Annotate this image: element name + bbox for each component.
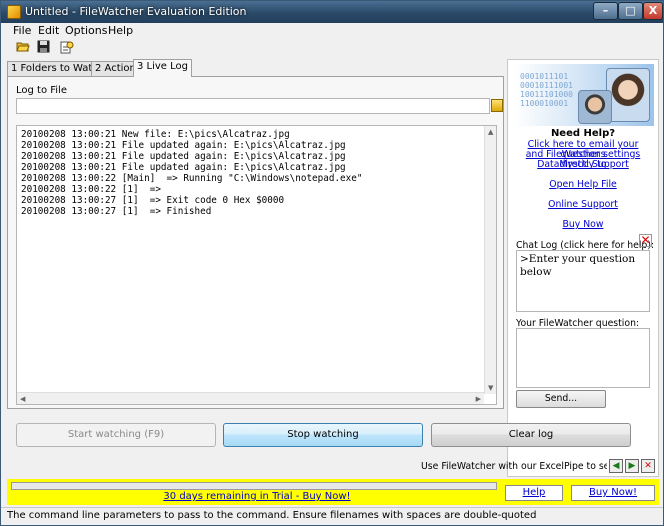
menu-help[interactable]: Help (108, 24, 133, 37)
log-horizontal-scrollbar[interactable]: ◀ ▶ (17, 392, 484, 404)
help-panel: 0001011101 00010111001 10011101000 11000… (507, 59, 659, 477)
menu-options[interactable]: Options (65, 24, 107, 37)
title-bar[interactable]: Untitled - FileWatcher Evaluation Editio… (1, 1, 663, 23)
log-line: 20100208 13:00:22 [Main] => Running "C:\… (21, 173, 363, 184)
send-button[interactable]: Send... (516, 390, 606, 408)
support-man-photo (578, 90, 612, 124)
status-bar: The command line parameters to pass to t… (1, 507, 663, 525)
buy-now-button[interactable]: Buy Now! (571, 485, 655, 501)
buy-now-link[interactable]: Buy Now (508, 220, 658, 230)
tab-live-log[interactable]: 3 Live Log (133, 59, 193, 77)
open-folder-icon[interactable] (15, 40, 31, 55)
trial-progress-bar (11, 482, 497, 490)
log-line: 20100208 13:00:21 File updated again: E:… (21, 140, 346, 151)
clear-log-button[interactable]: Clear log (431, 423, 631, 447)
log-line: 20100208 13:00:21 New file: E:\pics\Alca… (21, 129, 290, 140)
log-file-input[interactable] (16, 98, 490, 114)
scroll-left-icon[interactable]: ◀ (20, 395, 25, 403)
trial-bar: 30 days remaining in Trial - Buy Now! He… (7, 479, 659, 505)
window-title: Untitled - FileWatcher Evaluation Editio… (25, 5, 247, 18)
scroll-down-icon[interactable]: ▼ (488, 384, 493, 392)
previous-icon[interactable]: ◀ (609, 459, 623, 473)
need-help-heading: Need Help? (550, 128, 616, 139)
start-watching-button[interactable]: Start watching (F9) (16, 423, 216, 447)
toolbar (1, 39, 663, 57)
log-line: 20100208 13:00:21 File updated again: E:… (21, 162, 346, 173)
browse-folder-icon[interactable] (491, 99, 503, 112)
live-log-output[interactable]: 20100208 13:00:21 New file: E:\pics\Alca… (16, 125, 497, 405)
email-support-link[interactable]: DataMystic Support (508, 160, 658, 170)
log-line: 20100208 13:00:27 [1] => Exit code 0 Hex… (21, 195, 285, 206)
support-team-image: 0001011101 00010111001 10011101000 11000… (514, 64, 654, 126)
support-woman-photo (606, 68, 650, 122)
log-line: 20100208 13:00:21 File updated again: E:… (21, 151, 346, 162)
open-help-file-link[interactable]: Open Help File (508, 180, 658, 190)
online-support-link[interactable]: Online Support (508, 200, 658, 210)
app-icon (7, 5, 21, 19)
close-button[interactable]: X (643, 2, 663, 20)
properties-icon[interactable] (59, 40, 75, 55)
scroll-right-icon[interactable]: ▶ (476, 395, 481, 403)
minimize-button[interactable]: – (593, 2, 618, 20)
save-icon[interactable] (35, 40, 51, 55)
menu-edit[interactable]: Edit (38, 24, 59, 37)
question-input[interactable] (516, 328, 650, 388)
close-promo-icon[interactable]: ✕ (641, 459, 655, 473)
scroll-up-icon[interactable]: ▲ (488, 128, 493, 136)
live-log-panel: Log to File 20100208 13:00:21 New file: … (7, 76, 504, 409)
binary-pattern-icon: 0001011101 00010111001 10011101000 11000… (520, 72, 573, 108)
log-line: 20100208 13:00:27 [1] => Finished (21, 206, 212, 217)
app-window: Untitled - FileWatcher Evaluation Editio… (0, 0, 664, 526)
help-button[interactable]: Help (505, 485, 563, 501)
log-line: 20100208 13:00:22 [1] => (21, 184, 161, 195)
chat-line: below (520, 266, 552, 278)
maximize-button[interactable]: □ (618, 2, 643, 20)
menu-file[interactable]: File (13, 24, 31, 37)
log-to-file-label: Log to File (16, 85, 67, 96)
chat-line: >Enter your question (520, 253, 636, 265)
clear-chat-icon[interactable]: ✕ (639, 234, 652, 247)
next-icon[interactable]: ▶ (625, 459, 639, 473)
menu-bar: File Edit Options Help (1, 23, 663, 39)
stop-watching-button[interactable]: Stop watching (223, 423, 423, 447)
trial-days-link[interactable]: 30 days remaining in Trial - Buy Now! (7, 491, 507, 502)
excelpipe-promo-text: Use FileWatcher with our ExcelPipe to se… (421, 461, 607, 472)
log-vertical-scrollbar[interactable]: ▲ ▼ (484, 126, 496, 394)
chat-log-box[interactable]: >Enter your question below (516, 250, 650, 312)
